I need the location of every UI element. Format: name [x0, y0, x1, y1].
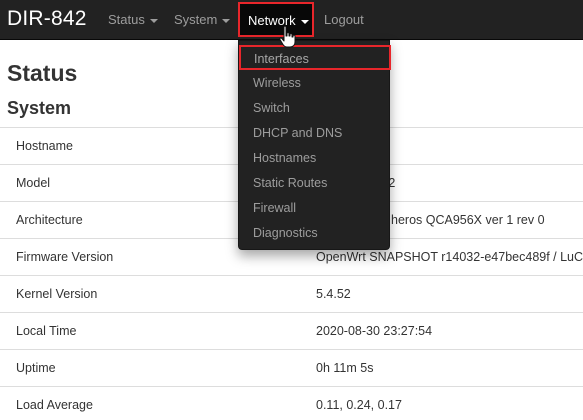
menu-item-label: Wireless — [253, 76, 301, 90]
row-label: Hostname — [16, 139, 73, 153]
menu-item-label: Firewall — [253, 201, 297, 215]
row-label: Model — [16, 176, 51, 190]
network-dropdown-menu: Interfaces Wireless Switch DHCP and DNS … — [238, 40, 391, 250]
row-label: Uptime — [16, 361, 56, 375]
row-label: Local Time — [16, 324, 77, 338]
row-value: 2020-08-30 23:27:54 — [316, 324, 433, 338]
nav-system-label: System — [174, 12, 218, 27]
row-value: 0h 11m 5s — [316, 361, 374, 375]
page-title: Status — [7, 60, 78, 86]
row-label: Firmware Version — [16, 250, 114, 264]
brand-logo[interactable]: DIR-842 — [7, 7, 87, 31]
menu-item-hostnames[interactable]: Hostnames — [239, 146, 389, 171]
caret-down-icon — [300, 19, 309, 24]
caret-down-icon — [222, 18, 231, 23]
row-value: 5.4.52 — [316, 287, 351, 301]
section-title: System — [7, 98, 72, 118]
nav-network[interactable]: Network — [238, 2, 314, 37]
hand-pointer-icon — [279, 25, 296, 48]
menu-item-dhcp-dns[interactable]: DHCP and DNS — [239, 121, 389, 146]
row-label: Load Average — [16, 398, 93, 412]
nav-status[interactable]: Status — [108, 0, 158, 40]
menu-item-label: Hostnames — [253, 151, 317, 165]
row-label: Architecture — [16, 213, 83, 227]
caret-down-icon — [149, 18, 158, 23]
menu-item-label: Static Routes — [253, 176, 328, 190]
menu-item-diagnostics[interactable]: Diagnostics — [239, 221, 389, 246]
menu-item-label: Interfaces — [254, 52, 309, 66]
table-row: Uptime 0h 11m 5s — [0, 349, 583, 386]
table-row: Kernel Version 5.4.52 — [0, 275, 583, 312]
nav-logout[interactable]: Logout — [324, 0, 364, 40]
menu-item-label: Switch — [253, 101, 290, 115]
nav-status-label: Status — [108, 12, 145, 27]
menu-item-firewall[interactable]: Firewall — [239, 196, 389, 221]
nav-logout-label: Logout — [324, 12, 364, 27]
table-row: Load Average 0.11, 0.24, 0.17 — [0, 386, 583, 420]
row-value: 0.11, 0.24, 0.17 — [316, 398, 402, 412]
row-value: OpenWrt SNAPSHOT r14032-e47bec489f / LuC — [316, 250, 583, 264]
nav-system[interactable]: System — [174, 0, 231, 40]
menu-item-label: DHCP and DNS — [253, 126, 343, 140]
table-row: Local Time 2020-08-30 23:27:54 — [0, 312, 583, 349]
menu-item-switch[interactable]: Switch — [239, 96, 389, 121]
menu-item-interfaces[interactable]: Interfaces — [239, 45, 391, 70]
menu-item-wireless[interactable]: Wireless — [239, 71, 389, 96]
row-value: heros QCA956X ver 1 rev 0 — [391, 213, 545, 227]
menu-item-label: Diagnostics — [253, 226, 318, 240]
row-label: Kernel Version — [16, 287, 98, 301]
menu-item-static-routes[interactable]: Static Routes — [239, 171, 389, 196]
